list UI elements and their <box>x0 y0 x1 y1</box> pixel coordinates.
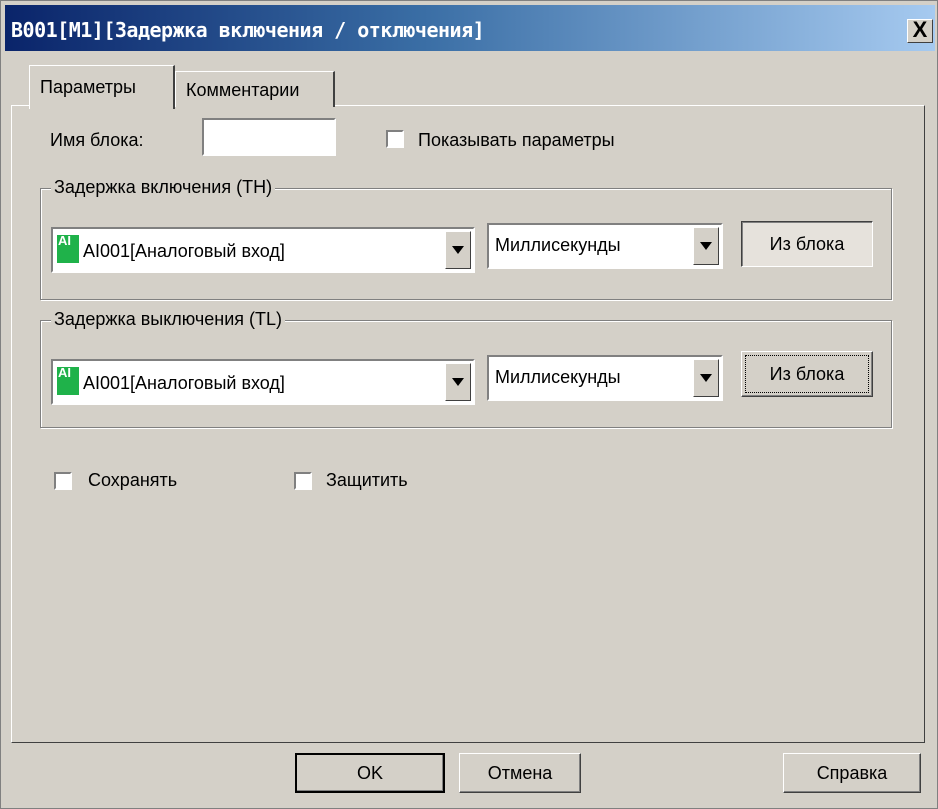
group-off-delay: Задержка выключения (TL) AI AI001[Аналог… <box>40 309 892 428</box>
tab-comments-label: Комментарии <box>186 80 300 100</box>
cancel-button[interactable]: Отмена <box>459 753 581 793</box>
title-bar[interactable]: B001[M1][Задержка включения / отключения… <box>5 5 935 51</box>
tab-comments[interactable]: Комментарии <box>175 71 335 107</box>
group-on-delay: Задержка включения (TH) AI AI001[Аналого… <box>40 177 892 300</box>
tab-panel: Имя блока: Показывать параметры Задержка… <box>11 105 925 743</box>
off-delay-unit-value: Миллисекунды <box>495 367 621 387</box>
retain-label: Сохранять <box>88 470 178 490</box>
block-name-input[interactable] <box>202 118 336 156</box>
protect-label: Защитить <box>326 470 408 490</box>
block-name-label: Имя блока: <box>50 130 144 150</box>
on-delay-source-value: AI001[Аналоговый вход] <box>83 241 285 261</box>
dialog-window: B001[M1][Задержка включения / отключения… <box>0 0 938 809</box>
show-params-checkbox[interactable] <box>386 130 404 148</box>
off-delay-source-select[interactable]: AI AI001[Аналоговый вход] <box>51 359 475 405</box>
on-delay-unit-select[interactable]: Миллисекунды <box>487 223 723 269</box>
chevron-down-icon[interactable] <box>693 359 719 397</box>
ok-button[interactable]: OK <box>295 753 445 793</box>
group-off-delay-legend: Задержка выключения (TL) <box>51 309 286 330</box>
help-button[interactable]: Справка <box>783 753 921 793</box>
on-delay-source-select[interactable]: AI AI001[Аналоговый вход] <box>51 227 475 273</box>
tab-parameters[interactable]: Параметры <box>29 65 175 109</box>
chevron-down-icon[interactable] <box>445 231 471 269</box>
analog-input-icon-text: AI <box>58 365 71 380</box>
retain-checkbox[interactable] <box>54 472 72 490</box>
off-delay-source-value: AI001[Аналоговый вход] <box>83 373 285 393</box>
protect-checkbox[interactable] <box>294 472 312 490</box>
tab-parameters-label: Параметры <box>40 77 136 97</box>
off-delay-from-block-button[interactable]: Из блока <box>741 351 873 397</box>
window-title: B001[M1][Задержка включения / отключения… <box>11 18 485 42</box>
chevron-down-icon[interactable] <box>693 227 719 265</box>
analog-input-icon-text: AI <box>58 233 71 248</box>
show-params-label: Показывать параметры <box>418 130 615 150</box>
group-on-delay-legend: Задержка включения (TH) <box>51 177 276 198</box>
on-delay-from-block-button[interactable]: Из блока <box>741 221 873 267</box>
close-button[interactable]: X <box>907 19 933 43</box>
analog-input-icon: AI <box>57 233 79 263</box>
on-delay-unit-value: Миллисекунды <box>495 235 621 255</box>
chevron-down-icon[interactable] <box>445 363 471 401</box>
off-delay-unit-select[interactable]: Миллисекунды <box>487 355 723 401</box>
analog-input-icon: AI <box>57 365 79 395</box>
